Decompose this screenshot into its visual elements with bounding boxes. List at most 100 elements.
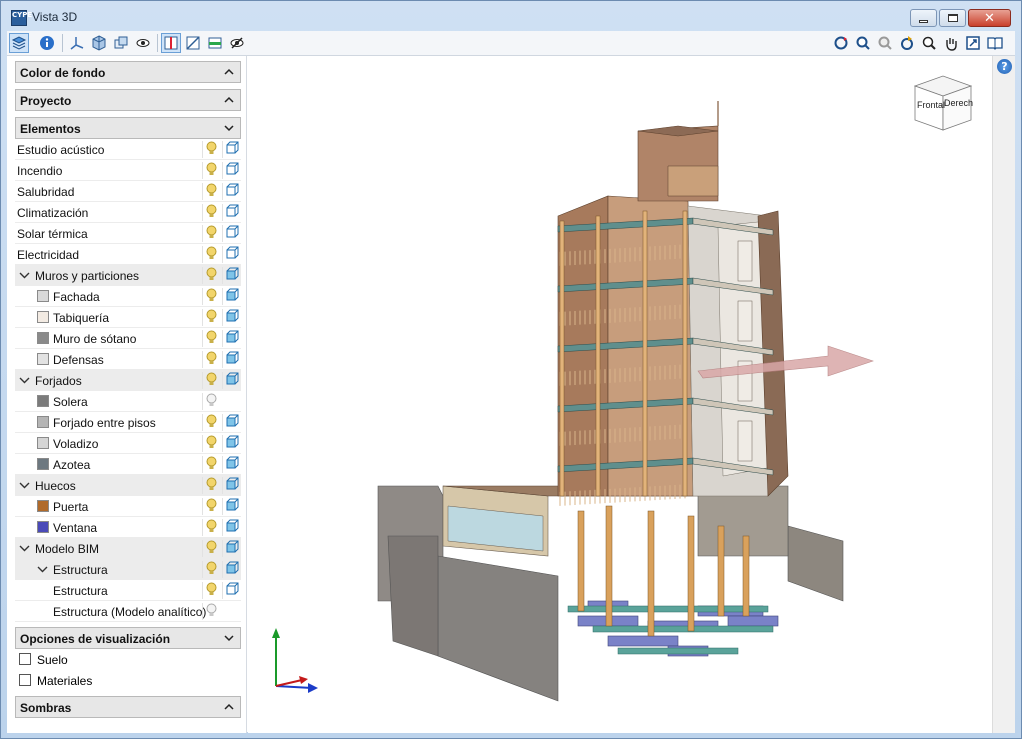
view-cube-front-label[interactable]: Frontal bbox=[917, 100, 945, 110]
element-row[interactable]: Forjados bbox=[15, 370, 241, 391]
layers-tool-button[interactable] bbox=[9, 33, 29, 53]
transparency-cube-icon[interactable] bbox=[222, 141, 239, 158]
view-cube-right-label[interactable]: Derecho bbox=[944, 98, 973, 108]
section-proyecto[interactable]: Proyecto bbox=[15, 89, 241, 111]
chevron-down-icon[interactable] bbox=[19, 270, 30, 281]
transparency-cube-icon[interactable] bbox=[222, 330, 239, 347]
element-row[interactable]: Azotea bbox=[15, 454, 241, 475]
transparency-cube-icon[interactable] bbox=[222, 309, 239, 326]
element-row[interactable]: Voladizo bbox=[15, 433, 241, 454]
transparency-cube-icon[interactable] bbox=[222, 540, 239, 557]
redraw-button[interactable] bbox=[897, 33, 917, 53]
transparency-cube-icon[interactable] bbox=[222, 351, 239, 368]
section-opciones[interactable]: Opciones de visualización bbox=[15, 627, 241, 649]
visibility-bulb-icon[interactable] bbox=[202, 183, 218, 200]
materiales-checkbox[interactable] bbox=[19, 674, 31, 686]
shaded-view-button[interactable] bbox=[89, 33, 109, 53]
view-cube[interactable]: Frontal Derecho bbox=[913, 74, 973, 132]
visibility-bulb-icon[interactable] bbox=[202, 393, 218, 410]
section-elementos[interactable]: Elementos bbox=[15, 117, 241, 139]
transparency-cube-icon[interactable] bbox=[222, 183, 239, 200]
transparency-cube-icon[interactable] bbox=[222, 414, 239, 431]
transparency-cube-icon[interactable] bbox=[222, 246, 239, 263]
element-row[interactable]: Estructura (Modelo analítico) bbox=[15, 601, 241, 622]
visibility-tool-button[interactable] bbox=[133, 33, 153, 53]
visibility-bulb-icon[interactable] bbox=[202, 330, 218, 347]
visibility-bulb-icon[interactable] bbox=[202, 435, 218, 452]
element-row[interactable]: Huecos bbox=[15, 475, 241, 496]
element-row[interactable]: Solera bbox=[15, 391, 241, 412]
transparency-cube-icon[interactable] bbox=[222, 477, 239, 494]
section-plane-button[interactable] bbox=[161, 33, 181, 53]
chevron-down-icon[interactable] bbox=[37, 564, 48, 575]
visibility-bulb-icon[interactable] bbox=[202, 204, 218, 221]
visibility-bulb-icon[interactable] bbox=[202, 141, 218, 158]
minimize-button[interactable] bbox=[910, 9, 937, 27]
info-tool-button[interactable] bbox=[37, 33, 57, 53]
element-row[interactable]: Muros y particiones bbox=[15, 265, 241, 286]
diagonal-section-button[interactable] bbox=[183, 33, 203, 53]
axes-tool-button[interactable] bbox=[67, 33, 87, 53]
element-row[interactable]: Estudio acústico bbox=[15, 139, 241, 160]
transparency-cube-icon[interactable] bbox=[222, 498, 239, 515]
element-row[interactable]: Forjado entre pisos bbox=[15, 412, 241, 433]
orbit-button[interactable] bbox=[831, 33, 851, 53]
transparency-cube-icon[interactable] bbox=[222, 519, 239, 536]
transparency-cube-icon[interactable] bbox=[222, 204, 239, 221]
element-row[interactable]: Modelo BIM bbox=[15, 538, 241, 559]
suelo-checkbox[interactable] bbox=[19, 653, 31, 665]
transparency-cube-icon[interactable] bbox=[222, 561, 239, 578]
element-row[interactable]: Climatización bbox=[15, 202, 241, 223]
transparency-cube-icon[interactable] bbox=[222, 582, 239, 599]
visibility-bulb-icon[interactable] bbox=[202, 456, 218, 473]
visibility-bulb-icon[interactable] bbox=[202, 603, 218, 620]
visibility-bulb-icon[interactable] bbox=[202, 309, 218, 326]
transparency-cube-icon[interactable] bbox=[222, 162, 239, 179]
transparency-cube-icon[interactable] bbox=[222, 267, 239, 284]
element-row[interactable]: Puerta bbox=[15, 496, 241, 517]
visibility-bulb-icon[interactable] bbox=[202, 351, 218, 368]
copy-view-button[interactable] bbox=[111, 33, 131, 53]
element-row[interactable]: Tabiquería bbox=[15, 307, 241, 328]
element-row[interactable]: Fachada bbox=[15, 286, 241, 307]
section-sombras[interactable]: Sombras bbox=[15, 696, 241, 718]
visibility-bulb-icon[interactable] bbox=[202, 561, 218, 578]
element-row[interactable]: Muro de sótano bbox=[15, 328, 241, 349]
chevron-down-icon[interactable] bbox=[19, 375, 30, 386]
close-button[interactable]: ✕ bbox=[968, 9, 1011, 27]
option-materiales[interactable]: Materiales bbox=[15, 670, 241, 691]
visibility-bulb-icon[interactable] bbox=[202, 225, 218, 242]
help-icon[interactable]: ? bbox=[997, 59, 1012, 74]
title-bar[interactable]: CYPE Vista 3D ✕ bbox=[1, 1, 1021, 31]
element-row[interactable]: Estructura bbox=[15, 559, 241, 580]
visibility-bulb-icon[interactable] bbox=[202, 288, 218, 305]
visibility-bulb-icon[interactable] bbox=[202, 540, 218, 557]
visibility-bulb-icon[interactable] bbox=[202, 372, 218, 389]
fit-view-button[interactable] bbox=[963, 33, 983, 53]
visibility-bulb-icon[interactable] bbox=[202, 519, 218, 536]
transparency-cube-icon[interactable] bbox=[222, 456, 239, 473]
element-row[interactable]: Electricidad bbox=[15, 244, 241, 265]
visibility-bulb-icon[interactable] bbox=[202, 477, 218, 494]
visibility-bulb-icon[interactable] bbox=[202, 162, 218, 179]
floor-plane-button[interactable] bbox=[205, 33, 225, 53]
visibility-bulb-icon[interactable] bbox=[202, 414, 218, 431]
visibility-bulb-icon[interactable] bbox=[202, 498, 218, 515]
section-color-fondo[interactable]: Color de fondo bbox=[15, 61, 241, 83]
zoom-extents-button[interactable] bbox=[853, 33, 873, 53]
hide-elements-button[interactable] bbox=[227, 33, 247, 53]
maximize-button[interactable] bbox=[939, 9, 966, 27]
option-suelo[interactable]: Suelo bbox=[15, 649, 241, 670]
visibility-bulb-icon[interactable] bbox=[202, 246, 218, 263]
element-row[interactable]: Salubridad bbox=[15, 181, 241, 202]
chevron-down-icon[interactable] bbox=[19, 543, 30, 554]
transparency-cube-icon[interactable] bbox=[222, 288, 239, 305]
3d-viewport[interactable]: Frontal Derecho bbox=[248, 56, 992, 733]
visibility-bulb-icon[interactable] bbox=[202, 582, 218, 599]
element-row[interactable]: Incendio bbox=[15, 160, 241, 181]
transparency-cube-icon[interactable] bbox=[222, 225, 239, 242]
chevron-down-icon[interactable] bbox=[19, 480, 30, 491]
element-row[interactable]: Defensas bbox=[15, 349, 241, 370]
zoom-window-button[interactable] bbox=[875, 33, 895, 53]
zoom-button[interactable] bbox=[919, 33, 939, 53]
